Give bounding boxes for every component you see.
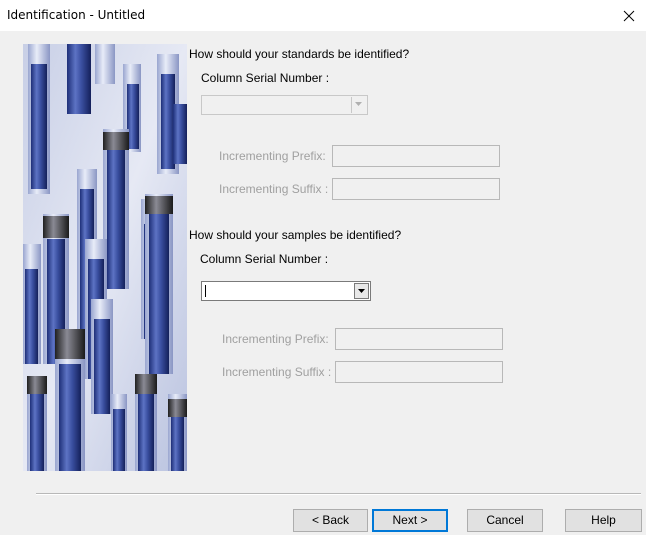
vials-image (23, 44, 187, 471)
title-bar: Identification - Untitled (0, 0, 646, 31)
samples-column-serial-combo[interactable] (201, 281, 371, 301)
next-button[interactable]: Next > (372, 509, 448, 532)
standards-column-serial-combo[interactable] (201, 95, 368, 115)
samples-prefix-label: Incrementing Prefix: (222, 332, 329, 346)
samples-prefix-field[interactable] (335, 328, 503, 350)
close-icon (623, 10, 635, 22)
cancel-button[interactable]: Cancel (467, 509, 543, 532)
help-button[interactable]: Help (565, 509, 642, 532)
close-button[interactable] (618, 6, 640, 26)
standards-column-serial-label: Column Serial Number : (201, 71, 330, 85)
samples-question: How should your samples be identified? (189, 228, 402, 242)
standards-combo-dropdown-button[interactable] (351, 97, 366, 113)
standards-question: How should your standards be identified? (189, 47, 410, 61)
standards-prefix-field[interactable] (332, 145, 500, 167)
standards-suffix-label: Incrementing Suffix : (219, 182, 329, 196)
window-title: Identification - Untitled (7, 8, 146, 22)
text-cursor (205, 285, 206, 297)
chevron-down-icon (355, 102, 362, 106)
samples-combo-dropdown-button[interactable] (354, 283, 369, 299)
samples-suffix-label: Incrementing Suffix : (222, 365, 332, 379)
chevron-down-icon (358, 289, 365, 293)
separator-highlight (36, 494, 641, 495)
samples-suffix-field[interactable] (335, 361, 503, 383)
standards-suffix-field[interactable] (332, 178, 500, 200)
standards-prefix-label: Incrementing Prefix: (219, 149, 326, 163)
back-button[interactable]: < Back (293, 509, 368, 532)
dialog-body: How should your standards be identified?… (0, 31, 646, 535)
samples-column-serial-label: Column Serial Number : (200, 252, 329, 266)
